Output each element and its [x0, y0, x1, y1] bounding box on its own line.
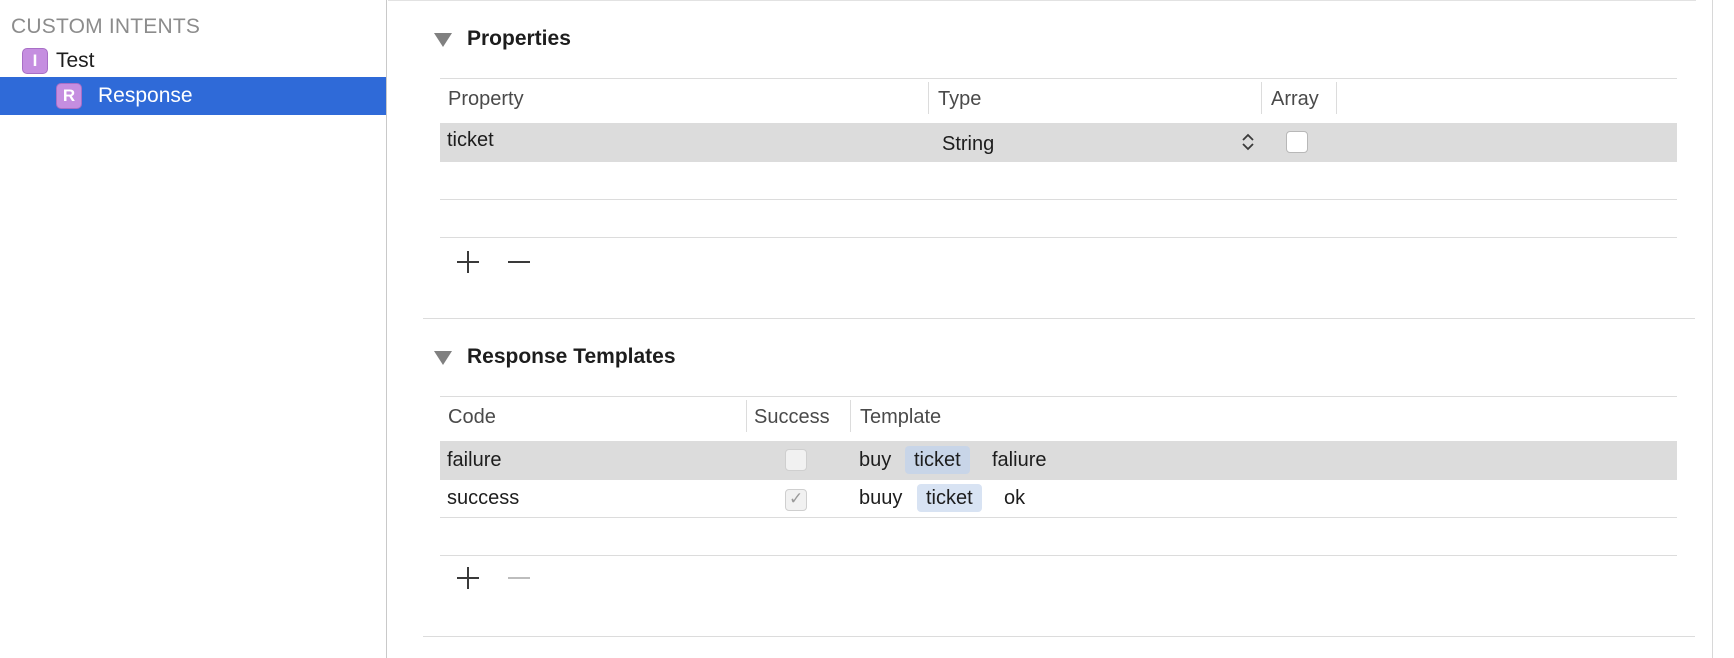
parameter-token[interactable]: ticket — [917, 484, 982, 512]
template-text[interactable]: faliure — [992, 449, 1046, 472]
column-header-success[interactable]: Success — [754, 406, 830, 429]
section-divider — [423, 636, 1695, 637]
column-separator — [746, 400, 747, 432]
response-badge-icon: R — [56, 83, 82, 109]
intent-badge-icon: I — [22, 48, 48, 74]
property-name-cell[interactable]: ticket — [447, 129, 494, 152]
table-border — [440, 396, 1677, 397]
tree-item-label: Test — [56, 49, 95, 72]
tree-item-response[interactable]: R Response — [0, 77, 386, 115]
section-divider — [423, 318, 1695, 319]
up-down-stepper-icon[interactable] — [1241, 132, 1255, 152]
sidebar: CUSTOM INTENTS I Test R Response — [0, 0, 387, 658]
response-templates-section-title: Response Templates — [467, 345, 676, 368]
top-border — [388, 0, 1696, 1]
plus-icon[interactable] — [454, 564, 482, 592]
success-checkbox[interactable]: ✓ — [785, 489, 807, 511]
minus-icon[interactable] — [505, 248, 533, 276]
parameter-token[interactable]: ticket — [905, 446, 970, 474]
column-header-property[interactable]: Property — [448, 88, 524, 111]
column-separator — [850, 400, 851, 432]
disclosure-triangle-icon[interactable] — [434, 351, 452, 365]
code-cell[interactable]: success — [447, 487, 519, 510]
row-divider — [440, 237, 1677, 238]
success-checkbox[interactable] — [785, 449, 807, 471]
column-header-code[interactable]: Code — [448, 406, 496, 429]
row-divider — [440, 199, 1677, 200]
column-separator — [1336, 82, 1337, 114]
row-divider — [440, 517, 1677, 518]
plus-icon[interactable] — [454, 248, 482, 276]
checkmark-icon: ✓ — [789, 489, 804, 508]
minus-icon[interactable] — [505, 564, 533, 592]
properties-section-title: Properties — [467, 27, 571, 50]
column-separator — [928, 82, 929, 114]
column-header-type[interactable]: Type — [938, 88, 981, 111]
table-row[interactable]: failure buy ticket faliure — [440, 441, 1677, 479]
table-row[interactable]: ticket String — [440, 123, 1677, 161]
row-divider — [440, 555, 1677, 556]
disclosure-triangle-icon[interactable] — [434, 33, 452, 47]
template-text[interactable]: buuy — [859, 487, 902, 510]
properties-table: Property Type Array ticket String — [440, 78, 1677, 238]
code-cell[interactable]: failure — [447, 449, 501, 472]
column-header-template[interactable]: Template — [860, 406, 941, 429]
sidebar-header: CUSTOM INTENTS — [11, 15, 201, 38]
column-header-array[interactable]: Array — [1271, 88, 1319, 111]
table-border — [440, 78, 1677, 79]
response-templates-table: Code Success Template failure buy ticket… — [440, 396, 1677, 556]
tree-item-label: Response — [98, 84, 193, 107]
table-row[interactable]: success ✓ buuy ticket ok — [440, 480, 1677, 518]
array-checkbox[interactable] — [1286, 131, 1308, 153]
template-text[interactable]: ok — [1004, 487, 1025, 510]
type-popup-value[interactable]: String — [942, 133, 994, 156]
right-border — [1712, 0, 1713, 658]
column-separator — [1261, 82, 1262, 114]
template-text[interactable]: buy — [859, 449, 891, 472]
tree-item-test[interactable]: I Test — [0, 42, 386, 80]
row-divider — [440, 161, 1677, 162]
